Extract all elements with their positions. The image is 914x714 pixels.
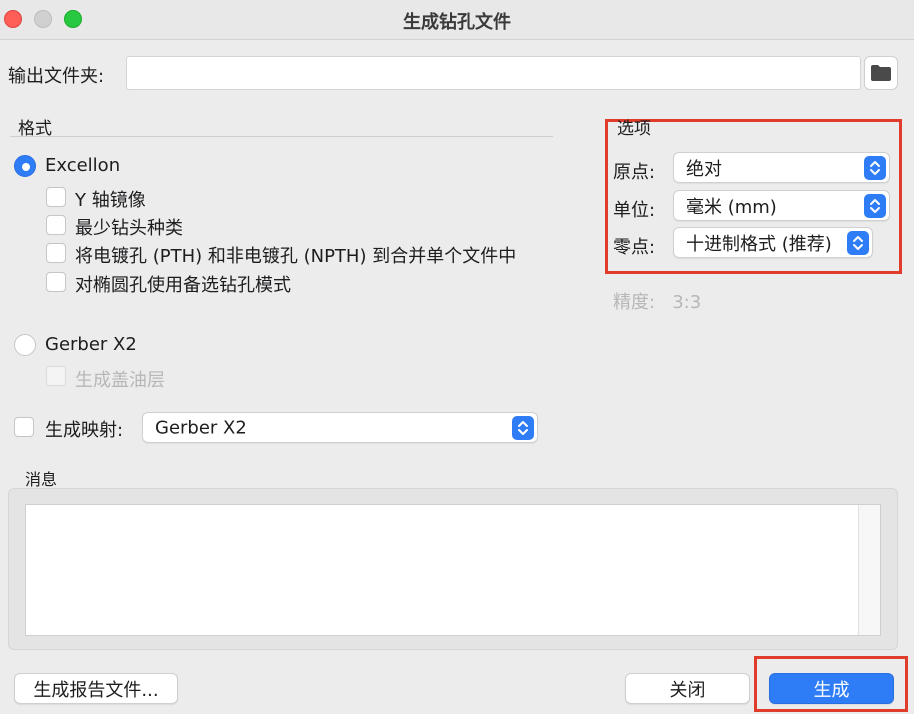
generate-report-button[interactable]: 生成报告文件... <box>14 673 178 704</box>
output-folder-label: 输出文件夹: <box>8 66 105 87</box>
precision-text: 精度: 3:3 <box>613 292 702 313</box>
zeros-chevron-icon <box>847 230 869 255</box>
gerber-x2-radio[interactable] <box>14 334 36 356</box>
origin-value: 绝对 <box>686 158 722 180</box>
origin-chevron-icon <box>864 155 886 180</box>
zeros-select[interactable]: 十进制格式 (推荐) <box>673 227 873 258</box>
units-chevron-icon <box>864 193 886 218</box>
map-format-select[interactable]: Gerber X2 <box>142 412 538 443</box>
generate-map-label: 生成映射: <box>45 420 124 441</box>
merge-pth-npth-label: 将电镀孔 (PTH) 和非电镀孔 (NPTH) 到合并单个文件中 <box>75 246 517 267</box>
generate-map-checkbox[interactable] <box>14 417 34 437</box>
format-divider <box>10 136 553 137</box>
units-select[interactable]: 毫米 (mm) <box>673 190 890 221</box>
minimal-header-label: 最少钻头种类 <box>75 218 183 239</box>
output-folder-input[interactable] <box>126 56 861 90</box>
alt-oval-drill-checkbox[interactable] <box>46 272 66 292</box>
generate-tenting-label: 生成盖油层 <box>75 370 165 391</box>
messages-textarea[interactable] <box>25 504 881 636</box>
title-bar: 生成钻孔文件 <box>0 0 914 40</box>
gerber-x2-label: Gerber X2 <box>45 334 137 355</box>
origin-label: 原点: <box>613 162 656 183</box>
messages-heading: 消息 <box>25 470 58 489</box>
excellon-label: Excellon <box>45 155 121 176</box>
folder-icon <box>871 65 891 81</box>
map-format-value: Gerber X2 <box>155 417 247 438</box>
zeros-value: 十进制格式 (推荐) <box>686 233 832 255</box>
units-value: 毫米 (mm) <box>686 196 777 218</box>
browse-folder-button[interactable] <box>864 56 898 90</box>
mirror-y-label: Y 轴镜像 <box>75 190 146 211</box>
excellon-radio[interactable] <box>14 155 36 177</box>
units-label: 单位: <box>613 200 656 221</box>
merge-pth-npth-checkbox[interactable] <box>46 243 66 263</box>
window-title: 生成钻孔文件 <box>403 12 511 33</box>
generate-tenting-checkbox[interactable] <box>46 366 66 386</box>
origin-select[interactable]: 绝对 <box>673 152 890 183</box>
map-format-chevron-icon <box>512 415 534 440</box>
alt-oval-drill-label: 对椭圆孔使用备选钻孔模式 <box>75 275 291 296</box>
minimal-header-checkbox[interactable] <box>46 215 66 235</box>
mirror-y-checkbox[interactable] <box>46 187 66 207</box>
generate-button[interactable]: 生成 <box>769 673 894 704</box>
zeros-label: 零点: <box>613 237 656 258</box>
close-button[interactable]: 关闭 <box>625 673 750 704</box>
options-heading: 选项 <box>617 119 651 139</box>
messages-scrollbar[interactable] <box>858 505 880 635</box>
